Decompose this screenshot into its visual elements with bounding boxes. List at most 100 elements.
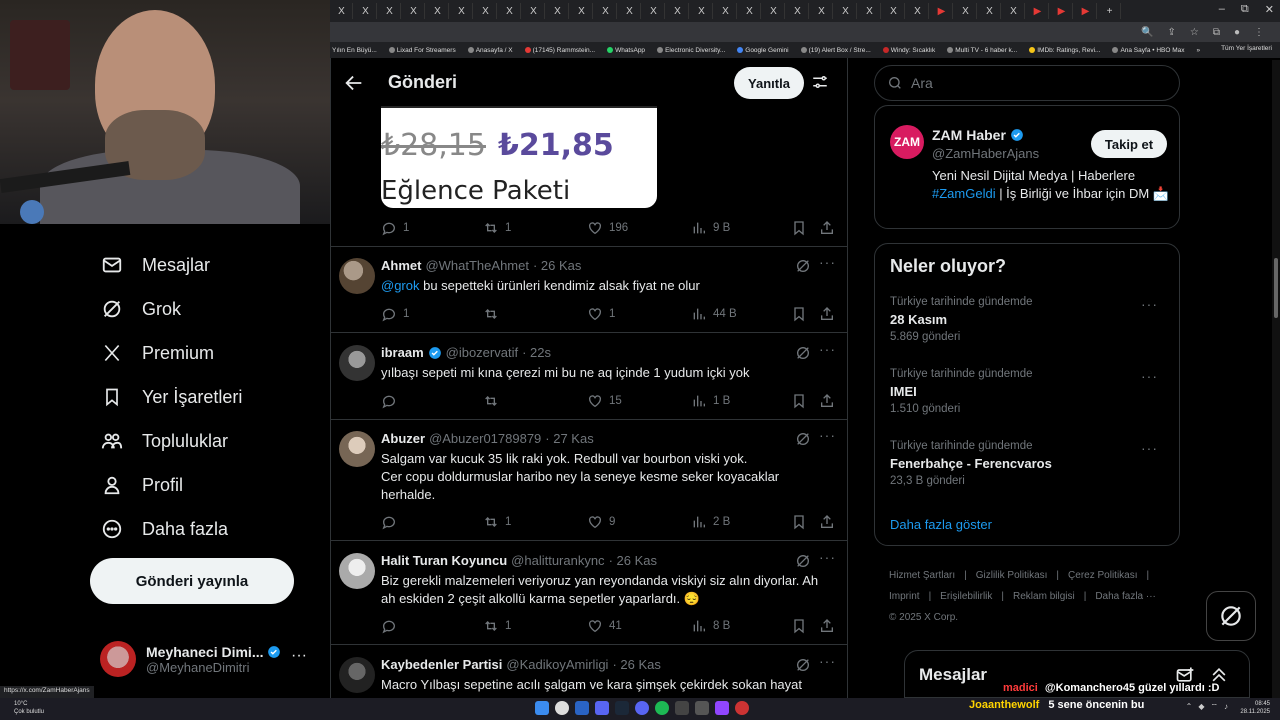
bookmark-item[interactable]: Lixad For Streamers xyxy=(388,47,456,54)
tweet-time[interactable]: · 26 Kas xyxy=(609,553,657,568)
footer-link[interactable]: Reklam bilgisi xyxy=(1013,591,1075,602)
scrollbar-track[interactable] xyxy=(1272,60,1280,698)
author-handle[interactable]: @halitturankync xyxy=(511,553,604,568)
browser-tab[interactable]: X xyxy=(475,3,497,19)
repost-action[interactable] xyxy=(483,306,505,322)
more-icon[interactable]: ··· xyxy=(819,254,836,270)
browser-tab[interactable]: X xyxy=(643,3,665,19)
app-icon[interactable] xyxy=(675,701,689,715)
like-action[interactable]: 9 xyxy=(587,514,615,530)
profile-name[interactable]: ZAM Haber xyxy=(932,127,1006,143)
tray-chevron-icon[interactable]: ⌃ xyxy=(1186,702,1193,712)
browser-tab[interactable]: X xyxy=(547,3,569,19)
bookmark-item[interactable]: Multi TV - 6 haber k... xyxy=(947,47,1017,54)
browser-tab[interactable]: X xyxy=(595,3,617,19)
more-icon[interactable]: ··· xyxy=(819,549,836,565)
more-icon[interactable]: ··· xyxy=(1141,368,1158,384)
avatar[interactable] xyxy=(339,258,375,294)
search-input[interactable]: Ara xyxy=(874,65,1180,101)
browser-tab[interactable]: X xyxy=(379,3,401,19)
browser-tab[interactable]: X xyxy=(763,3,785,19)
more-icon[interactable]: ··· xyxy=(819,341,836,357)
grok-icon[interactable] xyxy=(795,258,811,274)
zam-logo[interactable]: ZAM xyxy=(890,125,924,159)
author-handle[interactable]: @Abuzer01789879 xyxy=(429,431,541,446)
tweet-time[interactable]: · 26 Kas xyxy=(612,657,660,672)
filter-icon[interactable] xyxy=(811,73,829,91)
repost-action[interactable]: 1 xyxy=(483,618,511,634)
zoom-icon[interactable]: 🔍 xyxy=(1141,27,1153,38)
system-clock[interactable]: 08:45 28.11.2025 xyxy=(1240,700,1270,716)
bookmark-action[interactable] xyxy=(791,393,807,409)
share-action[interactable] xyxy=(819,393,835,409)
weather-widget[interactable]: 10°C Çok bulutlu xyxy=(14,700,44,716)
share-action[interactable] xyxy=(819,306,835,322)
app-icon[interactable] xyxy=(735,701,749,715)
bookmark-action[interactable] xyxy=(791,220,807,236)
share-action[interactable] xyxy=(819,514,835,530)
bookmark-item[interactable]: Windy: Sıcaklık xyxy=(882,47,935,54)
avatar[interactable] xyxy=(339,657,375,693)
post-button[interactable]: Gönderi yayınla xyxy=(90,558,294,604)
account-more-icon[interactable]: ··· xyxy=(291,647,307,665)
bookmark-item[interactable]: Anasayfa / X xyxy=(467,47,513,54)
browser-tab[interactable]: X xyxy=(331,3,353,19)
quoted-media-image[interactable]: ₺28,15 ₺21,85 Eğlence Paketi xyxy=(381,106,657,208)
browser-tab[interactable]: X xyxy=(427,3,449,19)
sidebar-item-premium[interactable]: Premium xyxy=(100,338,214,368)
bookmark-item[interactable]: WhatsApp xyxy=(607,47,645,54)
sidebar-item-grok[interactable]: Grok xyxy=(100,294,181,324)
tray-app-icon[interactable]: ◆ xyxy=(1198,702,1204,712)
tweet-time[interactable]: · 22s xyxy=(522,345,551,360)
browser-tab[interactable]: X xyxy=(883,3,905,19)
new-tab-button[interactable]: + xyxy=(1099,3,1121,19)
footer-link[interactable]: Gizlilik Politikası xyxy=(976,570,1048,581)
avatar[interactable] xyxy=(339,431,375,467)
wifi-icon[interactable]: ⌔ xyxy=(1210,702,1218,712)
share-action[interactable] xyxy=(819,220,835,236)
author-handle[interactable]: @KadikoyAmirligi xyxy=(506,657,608,672)
profile-icon[interactable]: ● xyxy=(1234,27,1240,38)
reply-action[interactable] xyxy=(381,618,403,634)
like-action[interactable]: 196 xyxy=(587,220,628,236)
more-icon[interactable]: ··· xyxy=(819,653,836,669)
repost-action[interactable] xyxy=(483,393,505,409)
browser-tab[interactable]: X xyxy=(907,3,929,19)
bookmark-item[interactable]: (17145) Rammstein... xyxy=(524,47,595,54)
browser-tab[interactable]: X xyxy=(787,3,809,19)
chrome-icon[interactable] xyxy=(555,701,569,715)
bookmark-action[interactable] xyxy=(791,618,807,634)
author-name[interactable]: Halit Turan Koyuncu xyxy=(381,553,507,568)
browser-tab[interactable]: X xyxy=(1003,3,1025,19)
show-more-link[interactable]: Daha fazla göster xyxy=(890,517,992,532)
like-action[interactable]: 41 xyxy=(587,618,622,634)
footer-link[interactable]: Erişilebilirlik xyxy=(940,591,992,602)
app-icon[interactable] xyxy=(695,701,709,715)
footer-link[interactable]: Daha fazla ··· xyxy=(1095,591,1156,602)
like-action[interactable]: 1 xyxy=(587,306,615,322)
youtube-tab-icon[interactable]: ▶ xyxy=(1051,3,1073,19)
bookmark-item[interactable]: IMDb: Ratings, Revi... xyxy=(1029,47,1100,54)
reply-action[interactable] xyxy=(381,393,403,409)
author-name[interactable]: ibraam xyxy=(381,345,424,360)
browser-tab[interactable]: X xyxy=(955,3,977,19)
views-action[interactable]: 44 B xyxy=(691,306,737,322)
browser-tab[interactable]: X xyxy=(451,3,473,19)
footer-link[interactable]: Çerez Politikası xyxy=(1068,570,1137,581)
grok-icon[interactable] xyxy=(795,553,811,569)
bookmark-action[interactable] xyxy=(791,514,807,530)
hashtag-link[interactable]: #ZamGeldi xyxy=(932,186,996,201)
grok-icon[interactable] xyxy=(795,657,811,673)
twitch-icon[interactable] xyxy=(715,701,729,715)
mention-link[interactable]: @grok xyxy=(381,278,420,293)
trend-item[interactable]: Türkiye tarihinde gündemde Fenerbahçe - … xyxy=(890,440,1166,487)
grok-floating-button[interactable] xyxy=(1206,591,1256,641)
author-name[interactable]: Ahmet xyxy=(381,258,421,273)
browser-tab[interactable]: X xyxy=(859,3,881,19)
grok-icon[interactable] xyxy=(795,345,811,361)
sidebar-item-bookmarks[interactable]: Yer İşaretleri xyxy=(100,382,242,412)
windows-start-icon[interactable] xyxy=(535,701,549,715)
volume-icon[interactable]: ♪ xyxy=(1224,702,1228,712)
reply-action[interactable] xyxy=(381,514,403,530)
youtube-tab-icon[interactable]: ▶ xyxy=(1075,3,1097,19)
